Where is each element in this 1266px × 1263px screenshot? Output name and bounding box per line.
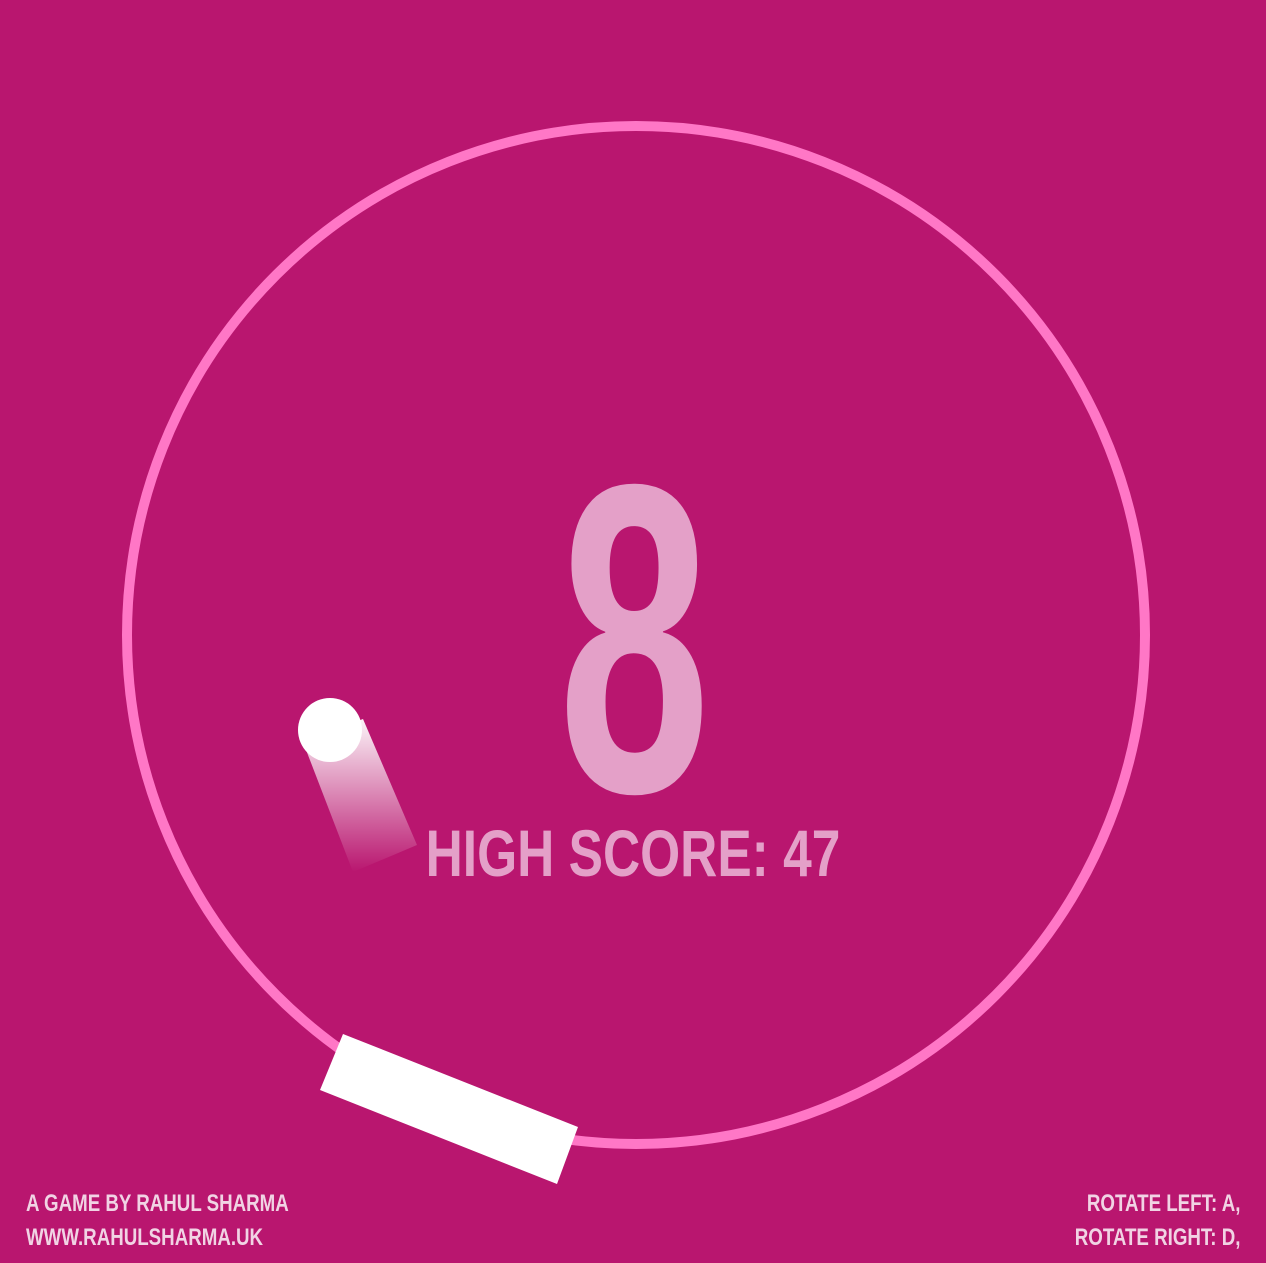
- current-score: 8: [558, 394, 710, 885]
- high-score: HIGH SCORE: 47: [425, 816, 841, 890]
- credit-website-link[interactable]: WWW.RAHULSHARMA.UK: [26, 1221, 289, 1255]
- ball: [298, 698, 362, 762]
- controls-help: ROTATE LEFT: A, ROTATE RIGHT: D,: [1074, 1187, 1240, 1255]
- credit-block: A GAME BY RAHUL SHARMA WWW.RAHULSHARMA.U…: [26, 1187, 289, 1255]
- controls-rotate-left: ROTATE LEFT: A,: [1086, 1190, 1240, 1217]
- controls-rotate-right: ROTATE RIGHT: D,: [1074, 1224, 1240, 1251]
- credit-author: A GAME BY RAHUL SHARMA: [26, 1190, 289, 1217]
- paddle[interactable]: [320, 1034, 578, 1184]
